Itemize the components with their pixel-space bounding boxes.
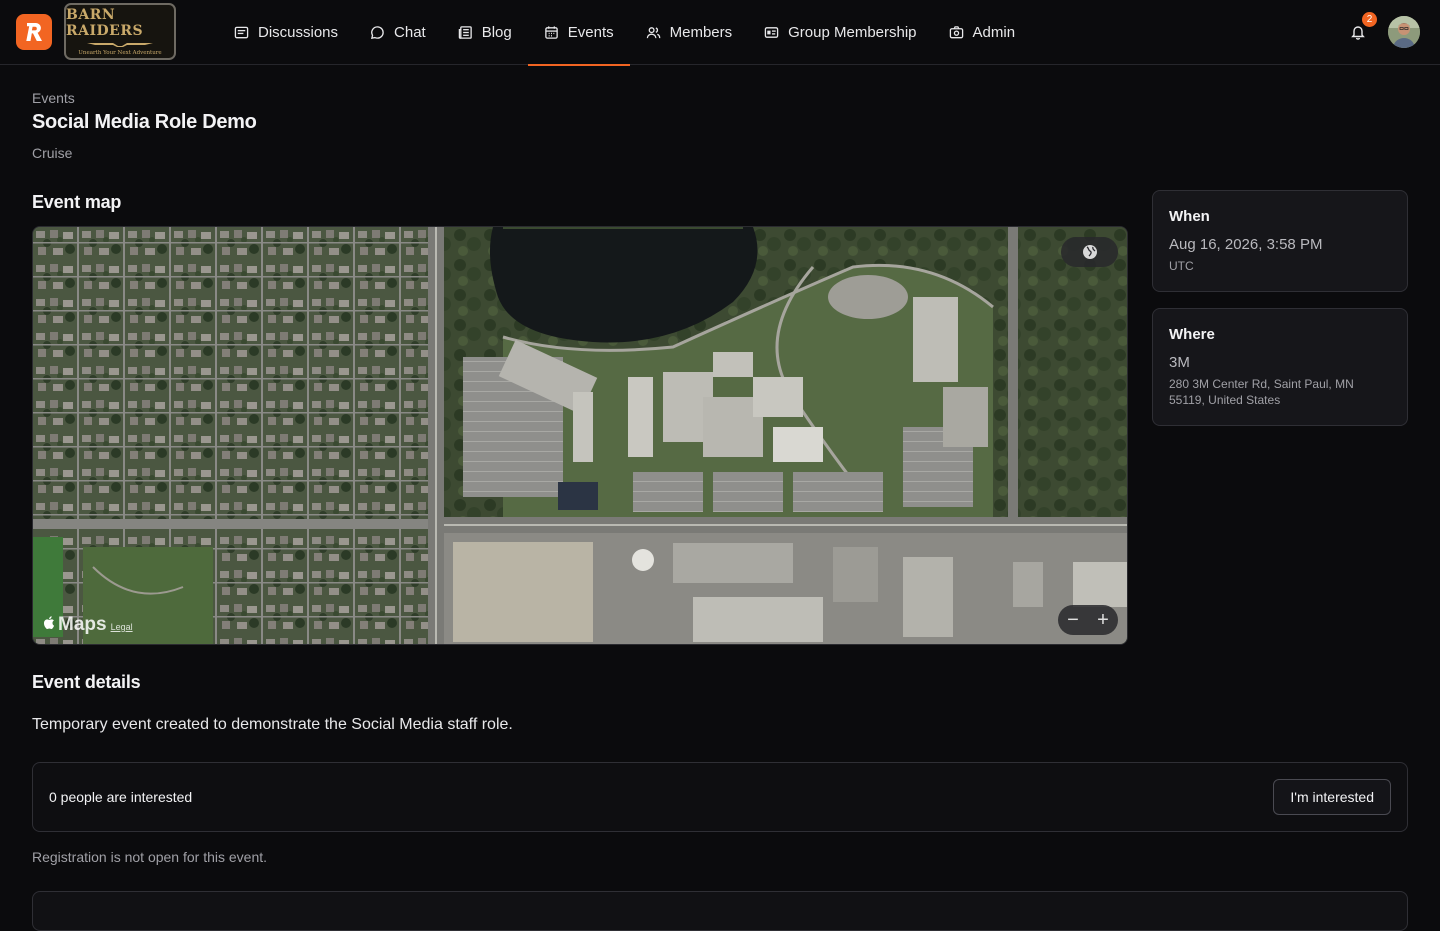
nav-chat-label: Chat [394, 24, 426, 41]
maps-attribution: Maps Legal [42, 614, 133, 636]
app-logo-icon[interactable] [16, 14, 52, 50]
event-map[interactable]: − + Maps Legal [32, 226, 1128, 645]
event-details-heading: Event details [32, 672, 141, 692]
when-title: When [1169, 208, 1210, 225]
interest-panel: 0 people are interested I'm interested [32, 762, 1408, 832]
chat-bubble-icon [370, 25, 385, 40]
breadcrumb[interactable]: Events [32, 90, 75, 106]
map-style-globe-button[interactable] [1061, 237, 1118, 267]
top-navigation-bar: BARN RAIDERS Unearth Your Next Adventure… [0, 0, 1440, 66]
map-zoom-controls: − + [1058, 605, 1118, 635]
users-icon [646, 25, 661, 40]
event-timezone: UTC [1169, 259, 1194, 273]
club-logo-name: BARN RAIDERS [66, 6, 144, 39]
main-nav: Discussions Chat Blog Events Members Gro… [218, 0, 1032, 66]
zoom-in-button[interactable]: + [1091, 610, 1115, 630]
list-icon [234, 25, 249, 40]
registration-note: Registration is not open for this event. [32, 849, 268, 865]
nav-admin[interactable]: Admin [933, 0, 1032, 65]
nav-blog[interactable]: Blog [442, 0, 528, 65]
club-logo-tagline: Unearth Your Next Adventure [78, 49, 162, 56]
event-description: Temporary event created to demonstrate t… [32, 716, 513, 733]
where-card: Where 3M 280 3M Center Rd, Saint Paul, M… [1152, 308, 1408, 426]
nav-events[interactable]: Events [527, 0, 630, 66]
where-title: Where [1169, 326, 1215, 343]
event-type-label: Cruise [32, 145, 73, 161]
nav-chat[interactable]: Chat [354, 0, 442, 65]
nav-members-label: Members [669, 24, 733, 41]
interested-count: 0 people are interested [49, 789, 193, 805]
newspaper-icon [458, 25, 473, 40]
map-legal-link[interactable]: Legal [111, 622, 133, 632]
nav-discussions[interactable]: Discussions [218, 0, 354, 65]
nav-group-membership[interactable]: Group Membership [748, 0, 932, 65]
id-card-icon [764, 25, 779, 40]
user-avatar[interactable] [1388, 16, 1420, 48]
nav-discussions-label: Discussions [258, 24, 339, 41]
calendar-icon [544, 25, 559, 40]
page-title: Social Media Role Demo [32, 111, 257, 133]
satellite-imagery[interactable] [33, 227, 1128, 645]
event-map-heading: Event map [32, 192, 122, 212]
interested-button[interactable]: I'm interested [1273, 779, 1391, 815]
notification-count-badge: 2 [1362, 12, 1377, 27]
club-logo[interactable]: BARN RAIDERS Unearth Your Next Adventure [64, 3, 176, 60]
when-card: When Aug 16, 2026, 3:58 PM UTC [1152, 190, 1408, 292]
nav-blog-label: Blog [481, 24, 512, 41]
nav-group-membership-label: Group Membership [788, 24, 917, 41]
globe-icon [1082, 245, 1097, 259]
event-datetime: Aug 16, 2026, 3:58 PM [1169, 236, 1323, 253]
event-address: 280 3M Center Rd, Saint Paul, MN 55119, … [1169, 377, 1354, 407]
nav-members[interactable]: Members [630, 0, 749, 65]
wing-emblem-icon [87, 42, 153, 47]
zoom-out-button[interactable]: − [1061, 610, 1085, 630]
maps-wordmark: Maps [58, 614, 107, 635]
next-section-card [32, 891, 1408, 931]
event-place: 3M [1169, 354, 1190, 371]
camera-icon [949, 25, 964, 40]
nav-admin-label: Admin [972, 24, 1016, 41]
nav-events-label: Events [567, 24, 614, 41]
apple-logo-icon [43, 616, 55, 629]
